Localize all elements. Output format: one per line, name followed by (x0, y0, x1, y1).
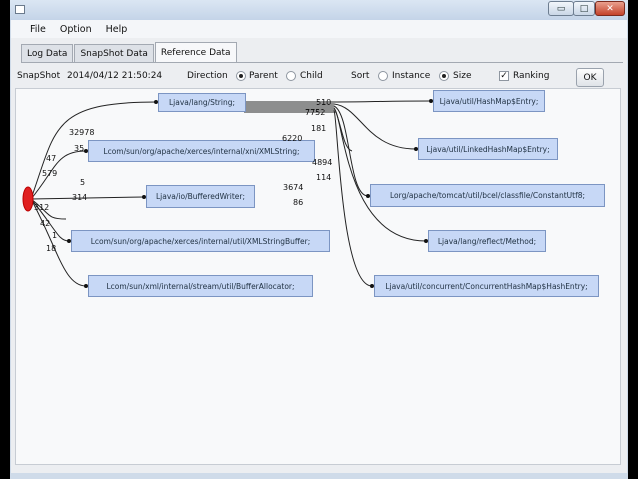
edge-root-bufferedwriter (30, 196, 145, 200)
root-node-marker (22, 186, 34, 212)
node-java-lang-string[interactable]: Ljava/lang/String; (158, 93, 246, 112)
tab-reference-data[interactable]: Reference Data (154, 42, 237, 63)
application-window: ▭ □ ✕ File Option Help Log Data SnapShot… (10, 0, 628, 479)
tab-divider (21, 62, 623, 63)
ref-count-label: 18 (46, 244, 57, 253)
ref-count-label: 7752 (305, 108, 326, 117)
node-xmlstringbuffer[interactable]: Lcom/sun/org/apache/xerces/internal/util… (71, 230, 330, 252)
minimize-button[interactable]: ▭ (548, 1, 574, 16)
ref-count-label: 42 (40, 219, 51, 228)
ref-count-label: 1 (52, 231, 58, 240)
ref-count-label: 314 (72, 193, 88, 202)
ranking-checkbox[interactable]: ✓ (499, 71, 509, 81)
edge-string-hashmap (244, 100, 432, 103)
direction-label: Direction (187, 71, 228, 81)
size-label: Size (453, 71, 472, 81)
sort-label: Sort (351, 71, 370, 81)
ranking-label: Ranking (513, 71, 550, 81)
ref-count-label: 510 (316, 98, 332, 107)
ref-count-label: 114 (316, 173, 332, 182)
node-bufferedwriter[interactable]: Ljava/io/BufferedWriter; (146, 185, 255, 208)
app-icon (15, 5, 25, 14)
snapshot-value: 2014/04/12 21:50:24 (67, 71, 163, 81)
instance-label: Instance (392, 71, 431, 81)
parent-radio[interactable] (236, 71, 246, 81)
ref-count-label: 47 (46, 154, 57, 163)
reference-graph: Ljava/lang/String; Lcom/sun/org/apache/x… (15, 88, 621, 465)
menu-help[interactable]: Help (99, 24, 135, 35)
node-linkedhashmap-entry[interactable]: Ljava/util/LinkedHashMap$Entry; (418, 138, 558, 160)
ref-count-label: 181 (311, 124, 327, 133)
ref-count-label: 35 (74, 144, 85, 153)
child-label: Child (300, 71, 323, 81)
size-radio[interactable] (439, 71, 449, 81)
ref-count-label: 32978 (69, 128, 95, 137)
node-reflect-method[interactable]: Ljava/lang/reflect/Method; (428, 230, 546, 252)
title-bar: ▭ □ ✕ (10, 0, 628, 20)
menu-file[interactable]: File (23, 24, 53, 35)
ref-count-label: 6220 (282, 134, 303, 143)
node-hashmap-entry[interactable]: Ljava/util/HashMap$Entry; (433, 90, 545, 112)
ref-count-label: 5 (80, 178, 86, 187)
ref-count-label: 4894 (312, 158, 333, 167)
menu-option[interactable]: Option (53, 24, 99, 35)
parent-label: Parent (249, 71, 278, 81)
tab-bar: Log Data SnapShot Data Reference Data (21, 42, 238, 63)
child-radio[interactable] (286, 71, 296, 81)
instance-radio[interactable] (378, 71, 388, 81)
ref-count-label: 86 (293, 198, 304, 207)
edge-string-concurrent (244, 109, 373, 287)
close-button[interactable]: ✕ (595, 1, 625, 16)
maximize-button[interactable]: □ (573, 1, 595, 16)
ref-count-label: 3674 (283, 183, 304, 192)
tab-snapshot-data[interactable]: SnapShot Data (74, 44, 154, 63)
node-constantutf8[interactable]: Lorg/apache/tomcat/util/bcel/classfile/C… (370, 184, 605, 207)
node-xmlstring[interactable]: Lcom/sun/org/apache/xerces/internal/xni/… (88, 140, 315, 162)
main-content: Log Data SnapShot Data Reference Data Sn… (11, 38, 627, 473)
ok-button[interactable]: OK (576, 68, 604, 87)
edge-string-method (244, 107, 427, 242)
node-concurrent-hashentry[interactable]: Ljava/util/concurrent/ConcurrentHashMap$… (374, 275, 599, 297)
tab-log-data[interactable]: Log Data (21, 44, 74, 63)
ref-count-label: 312 (34, 203, 50, 212)
menu-bar: File Option Help (11, 20, 627, 38)
snapshot-label: SnapShot (17, 71, 61, 81)
node-bufferallocator[interactable]: Lcom/sun/xml/internal/stream/util/Buffer… (88, 275, 313, 297)
ref-count-label: 579 (42, 169, 58, 178)
